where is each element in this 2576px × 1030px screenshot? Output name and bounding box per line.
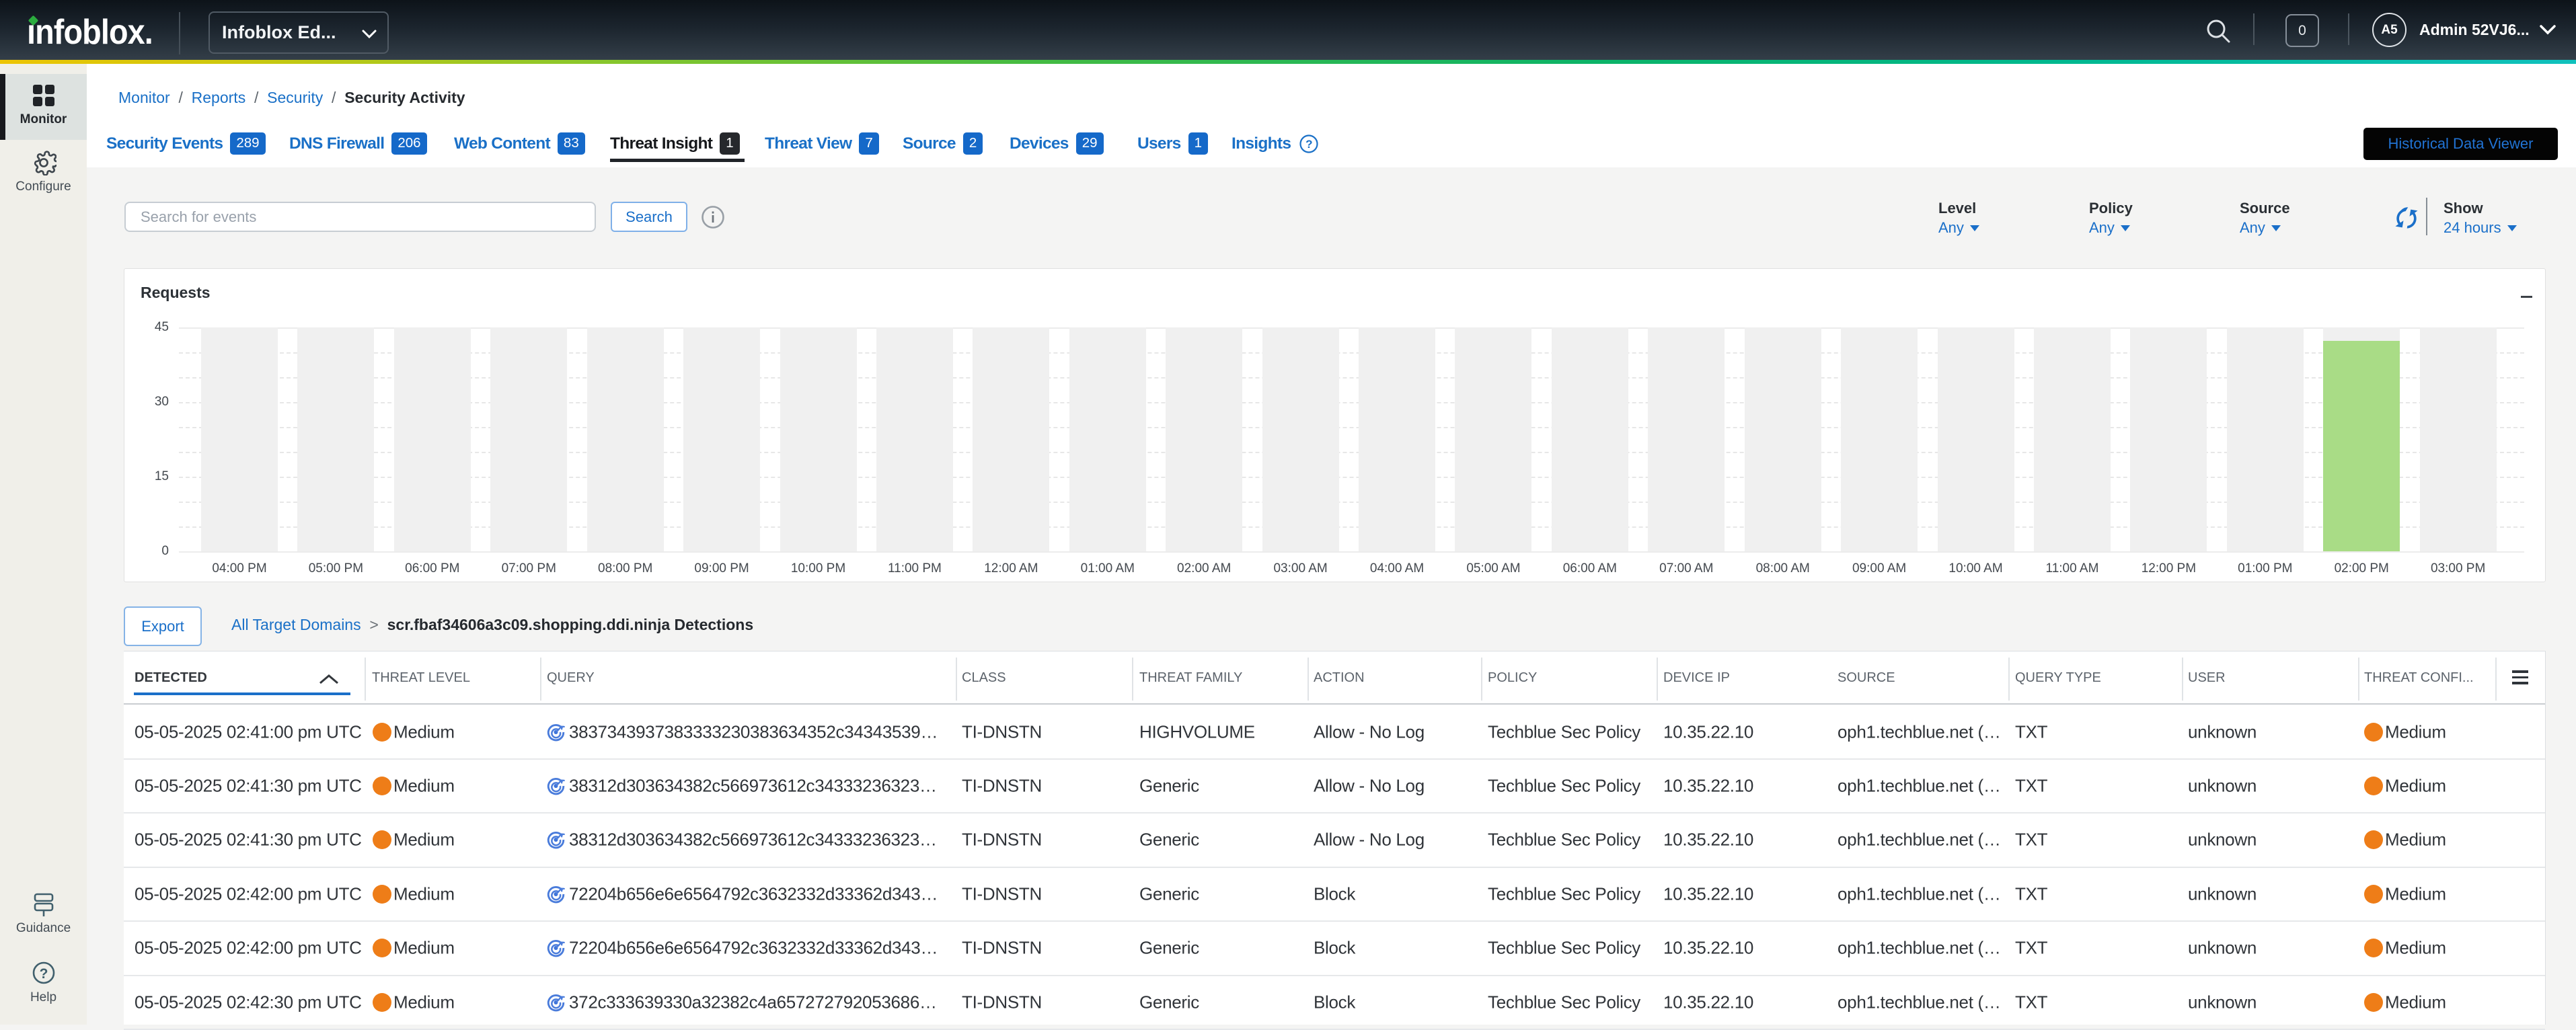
svg-text:?: ? xyxy=(1305,138,1312,151)
svg-text:?: ? xyxy=(39,966,48,982)
